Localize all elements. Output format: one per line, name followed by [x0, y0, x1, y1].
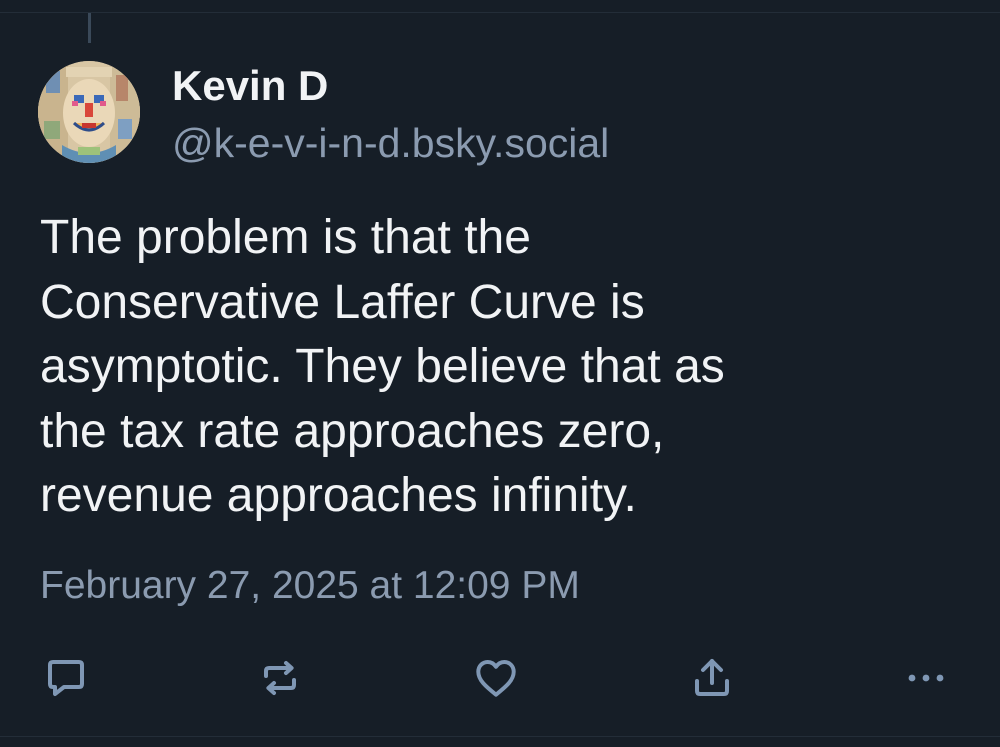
share-button[interactable] [686, 652, 738, 704]
share-upload-icon [695, 659, 729, 696]
like-button[interactable] [470, 652, 522, 704]
avatar[interactable] [38, 61, 140, 163]
ellipsis-icon [908, 674, 944, 682]
author-display-name[interactable]: Kevin D [172, 60, 328, 112]
repost-button[interactable] [254, 652, 306, 704]
reply-button[interactable] [40, 652, 92, 704]
author-handle[interactable]: @k-e-v-i-n-d.bsky.social [172, 117, 609, 169]
abstract-face-portrait-icon [38, 61, 140, 163]
post-text-line: asymptotic. They believe that as [40, 340, 725, 393]
thread-connector-line [88, 13, 91, 43]
more-options-button[interactable] [900, 652, 952, 704]
post-card: Kevin D @k-e-v-i-n-d.bsky.social The pro… [0, 0, 1000, 747]
bottom-divider [0, 736, 1000, 737]
post-text-line: The problem is that the [40, 211, 531, 264]
post-text-line: revenue approaches infinity. [40, 469, 637, 522]
heart-icon [476, 659, 516, 697]
top-divider [0, 12, 1000, 13]
post-text-line: the tax rate approaches zero, [40, 404, 665, 458]
speech-bubble-icon [48, 660, 84, 696]
post-timestamp[interactable]: February 27, 2025 at 12:09 PM [40, 560, 580, 612]
repost-arrows-icon [264, 661, 296, 695]
post-text-line: Conservative Laffer Curve is [40, 275, 645, 329]
post-text: The problem is that the Conservative Laf… [40, 206, 960, 529]
